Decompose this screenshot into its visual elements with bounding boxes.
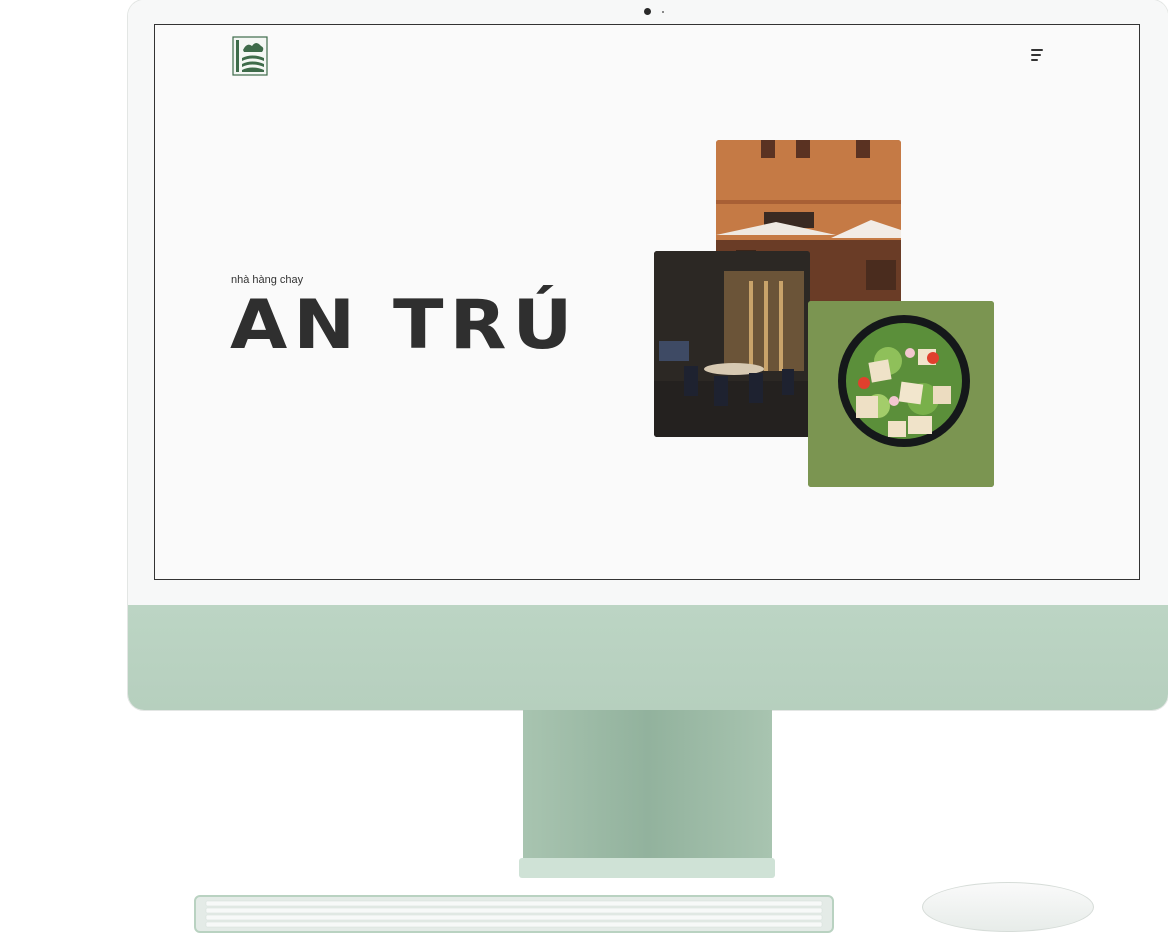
hamburger-menu-icon[interactable] — [1031, 49, 1045, 63]
salad-bowl-photo — [808, 301, 994, 487]
an-tru-logo[interactable] — [232, 36, 268, 76]
monitor-bezel: nhà hàng chay AN TRÚ — [128, 0, 1168, 605]
dining-room-photo — [654, 251, 810, 437]
camera-icon — [644, 8, 651, 15]
camera-sensor — [662, 11, 664, 13]
keyboard — [194, 895, 834, 933]
magic-mouse — [922, 882, 1094, 932]
monitor-chin — [128, 605, 1168, 710]
website-screen: nhà hàng chay AN TRÚ — [154, 24, 1140, 580]
hero-title: AN TRÚ — [230, 285, 579, 365]
hero-subtitle: nhà hàng chay — [231, 274, 304, 286]
imac-monitor: nhà hàng chay AN TRÚ — [128, 0, 1168, 710]
monitor-stand-base — [519, 858, 775, 878]
monitor-stand — [523, 710, 772, 860]
